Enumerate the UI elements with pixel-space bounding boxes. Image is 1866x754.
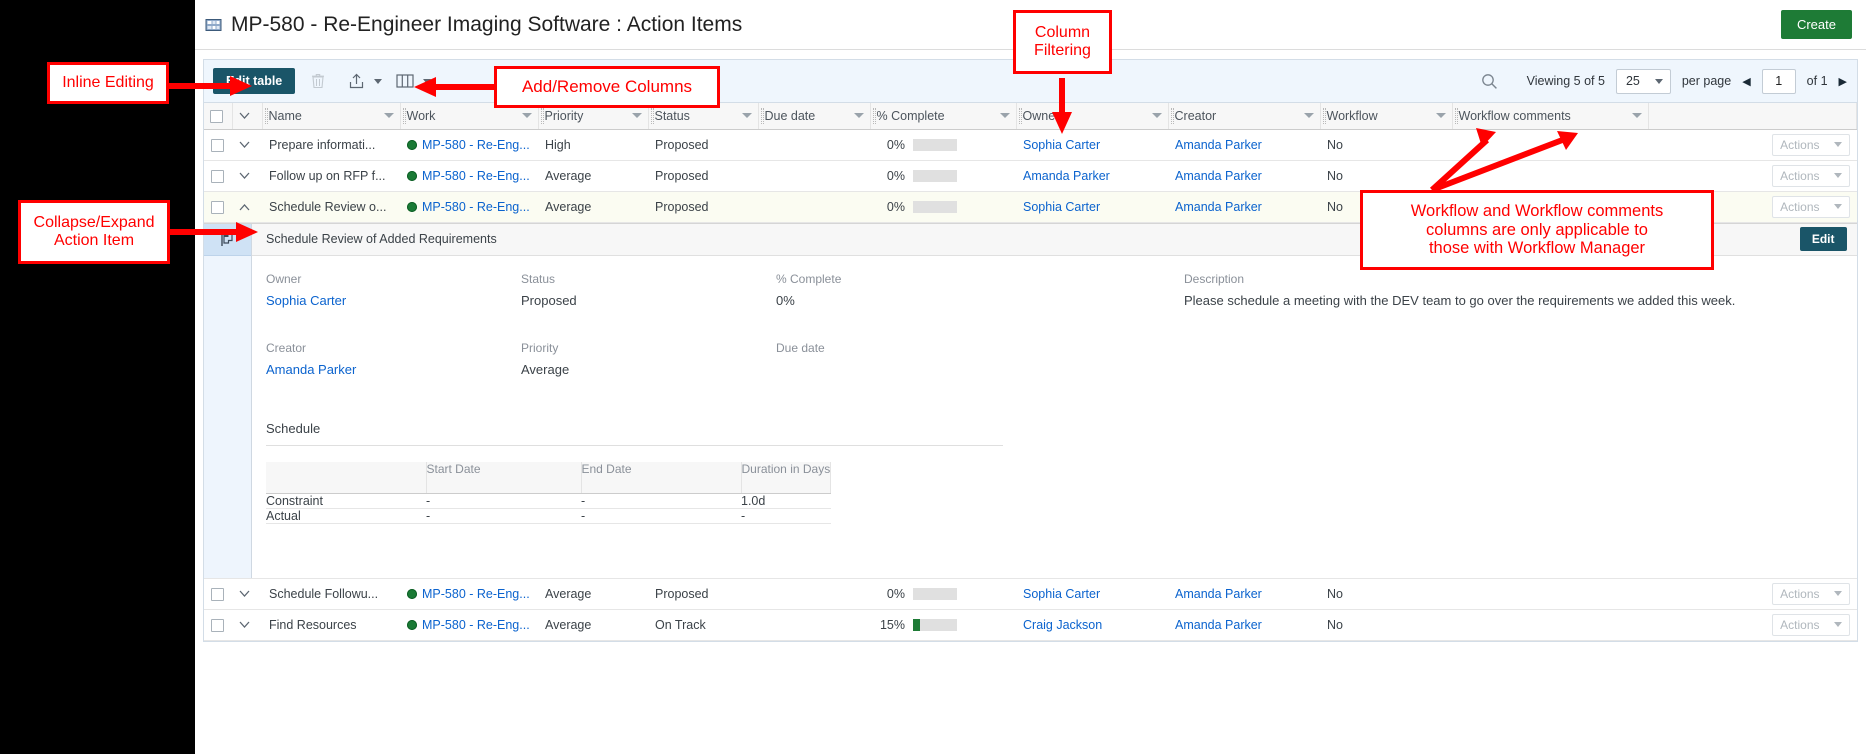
annotation-workflow-note: Workflow and Workflow comments columns a… [1360, 190, 1714, 270]
annotation-arrows [160, 76, 1578, 242]
annotation-inline-editing: Inline Editing [47, 62, 169, 104]
annotation-column-filtering: Column Filtering [1013, 10, 1112, 74]
annotation-add-remove-columns: Add/Remove Columns [494, 66, 720, 108]
annotation-collapse-expand: Collapse/Expand Action Item [18, 200, 170, 264]
